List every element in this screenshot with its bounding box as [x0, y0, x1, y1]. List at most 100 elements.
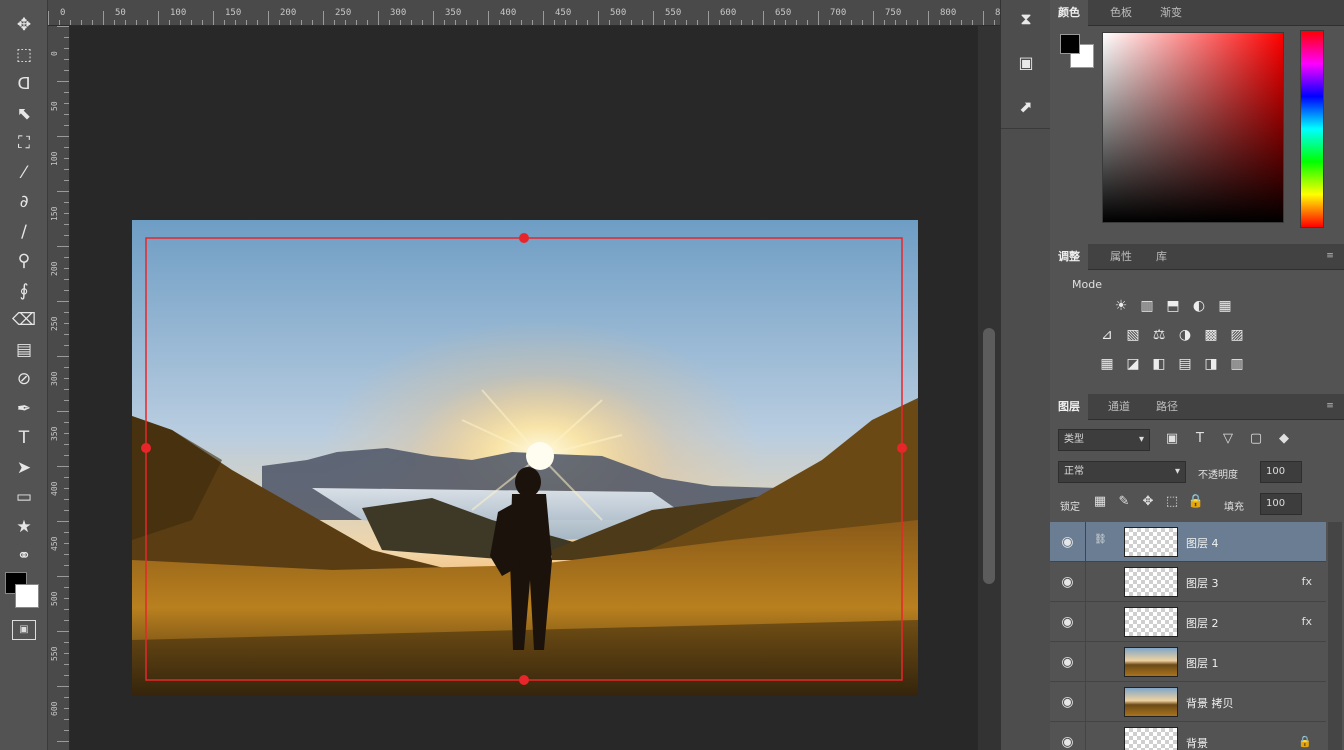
quick-mask-icon[interactable]: ▣ [12, 620, 36, 640]
ruler-tick [64, 59, 69, 60]
canvas-vertical-scrollbar[interactable] [978, 26, 1000, 750]
vertical-ruler[interactable]: 050100150200250300350400450500550600650 [48, 26, 70, 750]
tab-paths[interactable]: 路径 [1148, 394, 1186, 420]
layer-row[interactable]: ◉ 背景 🔒 [1050, 722, 1326, 750]
layer-row[interactable]: ◉ ⛓ 图层 4 [1050, 522, 1326, 562]
history-brush-tool-icon[interactable]: ∮ [10, 278, 38, 304]
eyedropper-tool-icon[interactable]: ⁄ [10, 160, 38, 186]
zoom-tool-icon[interactable]: ⚭ [10, 543, 38, 569]
adjustment-icon[interactable]: ▦ [1094, 356, 1120, 372]
tab-adjustments[interactable]: 调整 [1050, 244, 1088, 270]
layers-scrollbar[interactable] [1328, 522, 1342, 750]
ruler-tick [664, 20, 665, 25]
adjustment-icon[interactable]: ▥ [1224, 356, 1250, 372]
lasso-tool-icon[interactable]: ᗡ [10, 71, 38, 97]
tab-swatches[interactable]: 色板 [1102, 0, 1140, 26]
quick-select-tool-icon[interactable]: ⬉ [10, 101, 38, 127]
link-icon: ⛓ [1094, 534, 1107, 545]
marquee-tool-icon[interactable]: ⬚ [10, 42, 38, 68]
move-tool-icon[interactable]: ✥ [10, 12, 38, 38]
filter-icon[interactable]: ▢ [1246, 431, 1266, 446]
path-select-tool-icon[interactable]: ➤ [10, 455, 38, 481]
tab-libraries[interactable]: 库 [1148, 244, 1175, 270]
saturation-brightness-field[interactable] [1102, 32, 1284, 223]
filter-icon[interactable]: ▣ [1162, 431, 1182, 446]
eye-icon[interactable]: ◉ [1050, 682, 1086, 722]
eye-icon[interactable]: ◉ [1050, 602, 1086, 642]
layer-row[interactable]: ◉ 图层 1 [1050, 642, 1326, 682]
crop-tool-icon[interactable]: ⛶ [10, 130, 38, 156]
hue-slider[interactable] [1300, 30, 1324, 228]
star-tool-icon[interactable]: ★ [10, 514, 38, 540]
opacity-input[interactable]: 100 [1260, 461, 1302, 483]
layer-filter-select[interactable]: 类型 ▾ [1058, 429, 1150, 451]
tab-gradients[interactable]: 渐变 [1152, 0, 1190, 26]
adjustment-icon[interactable]: ⚖ [1146, 327, 1172, 343]
filter-icon[interactable]: ◆ [1274, 431, 1294, 446]
adjustment-icon[interactable]: ▥ [1134, 298, 1160, 314]
crop-guide[interactable] [132, 220, 918, 696]
type-tool-icon[interactable]: T [10, 425, 38, 451]
adjustment-icon[interactable]: ☀ [1108, 298, 1134, 314]
adjustment-icon[interactable]: ◧ [1146, 356, 1172, 372]
ruler-tick [64, 257, 69, 258]
adjustment-icon[interactable]: ▦ [1212, 298, 1238, 314]
crop-handle-top [519, 233, 529, 243]
tab-channels[interactable]: 通道 [1100, 394, 1138, 420]
lock-icon[interactable]: ✥ [1138, 494, 1158, 509]
lock-icon[interactable]: ✎ [1114, 494, 1134, 509]
adjustment-icon[interactable]: ⊿ [1094, 327, 1120, 343]
lock-icon[interactable]: 🔒 [1186, 494, 1206, 509]
gradient-tool-icon[interactable]: ▤ [10, 337, 38, 363]
adjustment-icon[interactable]: ◐ [1186, 298, 1212, 314]
layer-row[interactable]: ◉ 背景 拷贝 [1050, 682, 1326, 722]
layer-name: 图层 4 [1186, 537, 1219, 550]
layer-name: 图层 2 [1186, 617, 1219, 630]
eye-icon[interactable]: ◉ [1050, 562, 1086, 602]
canvas-workspace[interactable] [70, 26, 978, 750]
stamp-tool-icon[interactable]: ⚲ [10, 248, 38, 274]
adjustment-icon[interactable]: ▧ [1120, 327, 1146, 343]
navigator-icon[interactable]: ⬈ [1013, 94, 1039, 120]
eye-icon[interactable]: ◉ [1050, 522, 1086, 562]
tab-color[interactable]: 颜色 [1050, 0, 1088, 26]
ruler-tick [64, 279, 69, 280]
adjustment-icon[interactable]: ▨ [1224, 327, 1250, 343]
lock-icon[interactable]: ▦ [1090, 494, 1110, 509]
layer-row[interactable]: ◉ 图层 2 fx [1050, 602, 1326, 642]
ruler-tick [939, 20, 940, 25]
adjustment-icon[interactable]: ◪ [1120, 356, 1146, 372]
background-color-swatch[interactable] [15, 584, 39, 608]
adjustment-icon[interactable]: ⬒ [1160, 298, 1186, 314]
info-icon[interactable]: ▣ [1013, 50, 1039, 76]
ruler-tick [64, 565, 69, 566]
dodge-tool-icon[interactable]: ⊘ [10, 366, 38, 392]
adjustment-icon[interactable]: ◨ [1198, 356, 1224, 372]
brush-tool-icon[interactable]: ∕ [10, 219, 38, 245]
eraser-tool-icon[interactable]: ⌫ [10, 307, 38, 333]
pen-tool-icon[interactable]: ✒ [10, 396, 38, 422]
blend-mode-select[interactable]: 正常 ▾ [1058, 461, 1186, 483]
document-canvas[interactable] [132, 220, 918, 696]
history-icon[interactable]: ⧗ [1013, 6, 1039, 32]
shape-tool-icon[interactable]: ▭ [10, 484, 38, 510]
lock-icon[interactable]: ⬚ [1162, 494, 1182, 509]
eye-icon[interactable]: ◉ [1050, 642, 1086, 682]
tab-layers[interactable]: 图层 [1050, 394, 1088, 420]
adjustment-icon[interactable]: ▩ [1198, 327, 1224, 343]
ruler-tick [64, 268, 69, 269]
spot-heal-tool-icon[interactable]: ∂ [10, 189, 38, 215]
adjustment-icon[interactable]: ▤ [1172, 356, 1198, 372]
layer-row[interactable]: ◉ 图层 3 fx [1050, 562, 1326, 602]
eye-icon[interactable]: ◉ [1050, 722, 1086, 750]
foreground-color-swatch[interactable] [1060, 34, 1080, 54]
filter-icon[interactable]: T [1190, 431, 1210, 446]
fill-input[interactable]: 100 [1260, 493, 1302, 515]
adjustment-icon[interactable]: ◑ [1172, 327, 1198, 343]
horizontal-ruler[interactable]: 0 50 100 150 200 250 300 350 400 450 500 550 600 650 7… [48, 0, 1000, 26]
panel-menu-icon[interactable]: ≡ [1324, 251, 1336, 261]
panel-menu-icon[interactable]: ≡ [1324, 401, 1336, 411]
tab-properties[interactable]: 属性 [1102, 244, 1140, 270]
filter-icon[interactable]: ▽ [1218, 431, 1238, 446]
scrollbar-thumb[interactable] [983, 328, 995, 584]
